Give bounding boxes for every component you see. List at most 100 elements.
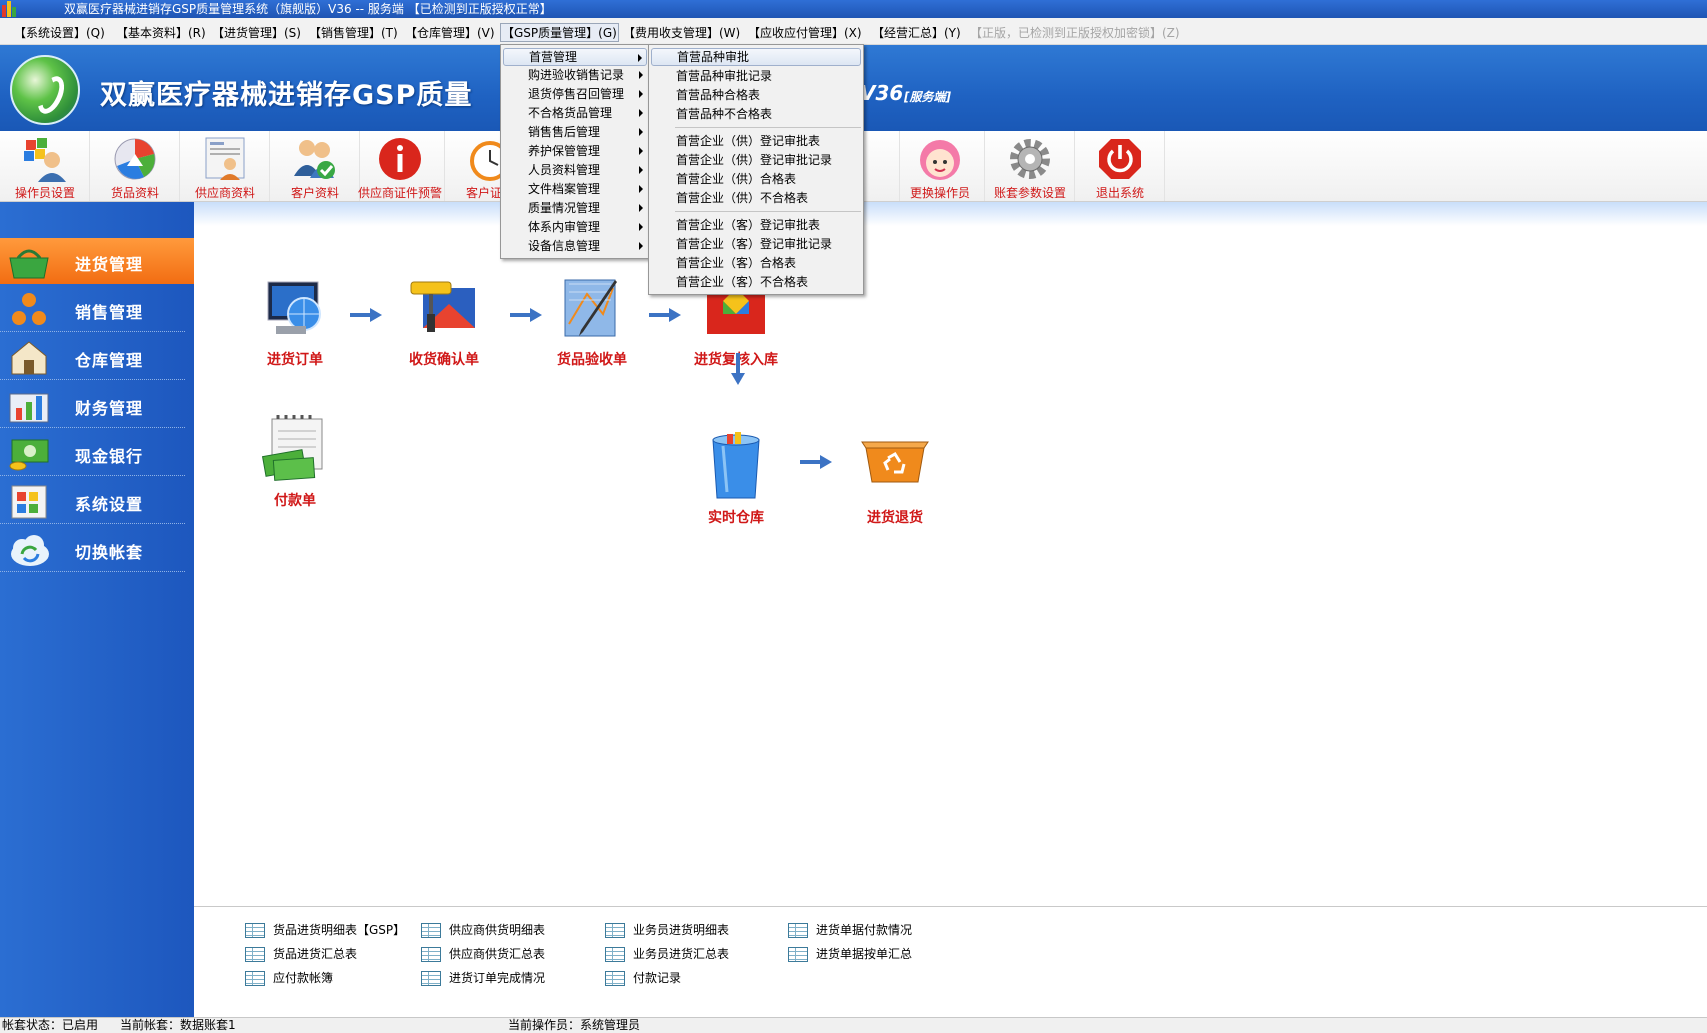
table-icon xyxy=(421,971,441,986)
report-link-supplier-supply-summary[interactable]: 供应商供货汇总表 xyxy=(421,946,545,962)
submenu-item-supplier-registration-records[interactable]: 首营企业（供）登记审批记录 xyxy=(651,151,861,169)
flow-purchase-order[interactable]: 进货订单 xyxy=(240,274,350,369)
sidebar-item-cash-bank[interactable]: 现金银行 xyxy=(0,430,185,476)
menu-item-personnel-info[interactable]: 人员资料管理 xyxy=(503,161,647,179)
toolbar-label: 货品资料 xyxy=(110,186,159,200)
menu-item-label: 文件档案管理 xyxy=(528,182,601,196)
flow-label: 收货确认单 xyxy=(409,352,479,368)
toolbar-switch-operator[interactable]: 更换操作员 xyxy=(895,131,985,201)
sidebar-item-finance[interactable]: 财务管理 xyxy=(0,382,185,428)
report-link-label: 应付款帐簿 xyxy=(273,971,334,985)
report-link-payment-records[interactable]: 付款记录 xyxy=(605,970,681,986)
toolbar-exit[interactable]: 退出系统 xyxy=(1075,131,1165,201)
submenu-item-customer-registration-approval[interactable]: 首营企业（客）登记审批表 xyxy=(651,216,861,234)
submenu-arrow-icon xyxy=(639,71,643,79)
submenu-item-customer-unqualified[interactable]: 首营企业（客）不合格表 xyxy=(651,273,861,291)
flow-receipt-confirm[interactable]: 收货确认单 xyxy=(389,274,499,369)
submenu-item-first-run-variety-approval[interactable]: 首营品种审批 xyxy=(651,48,861,66)
submenu-item-first-run-variety-unqualified[interactable]: 首营品种不合格表 xyxy=(651,105,861,123)
sidebar-item-sales[interactable]: 销售管理 xyxy=(0,286,185,332)
menu-receivable-payable[interactable]: 【应收应付管理】(X) xyxy=(748,24,862,41)
toolbar-supplier-info[interactable]: 供应商资料 xyxy=(180,131,270,201)
switch-account-icon xyxy=(11,535,49,566)
sidebar-item-switch-account[interactable]: 切换帐套 xyxy=(0,526,185,572)
sidebar-item-warehouse[interactable]: 仓库管理 xyxy=(0,334,185,380)
toolbar-goods-info[interactable]: 货品资料 xyxy=(90,131,180,201)
flow-arrow-right xyxy=(350,308,384,322)
submenu-item-first-run-variety-approval-records[interactable]: 首营品种审批记录 xyxy=(651,67,861,85)
menu-item-maintenance-storage[interactable]: 养护保管管理 xyxy=(503,142,647,160)
menu-item-internal-audit[interactable]: 体系内审管理 xyxy=(503,218,647,236)
report-link-salesman-purchase-detail[interactable]: 业务员进货明细表 xyxy=(605,922,729,938)
table-icon xyxy=(605,923,625,938)
sidebar-item-purchase[interactable]: 进货管理 xyxy=(0,238,194,284)
menu-item-return-recall[interactable]: 退货停售召回管理 xyxy=(503,85,647,103)
menu-item-equipment-info[interactable]: 设备信息管理 xyxy=(503,237,647,255)
report-link-payables-ledger[interactable]: 应付款帐簿 xyxy=(245,970,333,986)
menu-license-status: 【正版，已检测到正版授权加密锁】(Z) xyxy=(970,26,1180,40)
submenu-item-customer-registration-records[interactable]: 首营企业（客）登记审批记录 xyxy=(651,235,861,253)
submenu-item-supplier-registration-approval[interactable]: 首营企业（供）登记审批表 xyxy=(651,132,861,150)
finance-icon xyxy=(9,393,49,423)
title-bar: 双赢医疗器械进销存GSP质量管理系统（旗舰版）V36 -- 服务端 【已检测到正… xyxy=(0,0,1707,18)
toolbar-account-settings[interactable]: 账套参数设置 xyxy=(985,131,1075,201)
table-icon xyxy=(605,971,625,986)
menu-item-first-run-management[interactable]: 首营管理 xyxy=(503,48,647,66)
menu-bar: 【系统设置】(Q) 【基本资料】(R) 【进货管理】(S) 【销售管理】(T) … xyxy=(0,18,1707,45)
sales-icon xyxy=(12,293,46,325)
menu-sales[interactable]: 【销售管理】(T) xyxy=(309,24,398,41)
report-link-label: 货品进货汇总表 xyxy=(273,947,358,961)
menu-purchase[interactable]: 【进货管理】(S) xyxy=(212,24,301,41)
menu-basic-info[interactable]: 【基本资料】(R) xyxy=(116,24,206,41)
report-link-supplier-supply-detail[interactable]: 供应商供货明细表 xyxy=(421,922,545,938)
toolbar-supplier-cert-warning[interactable]: 供应商证件预警 xyxy=(355,131,445,201)
menu-system-settings[interactable]: 【系统设置】(Q) xyxy=(14,24,105,41)
report-links-panel: 货品进货明细表【GSP】 供应商供货明细表 业务员进货明细表 进货单据付款情况 … xyxy=(194,906,1707,1017)
toolbar-label: 供应商资料 xyxy=(194,186,255,200)
menu-business-summary[interactable]: 【经营汇总】(Y) xyxy=(872,24,961,41)
toolbar-label: 操作员设置 xyxy=(14,186,75,200)
status-account-state: 帐套状态：已启用 xyxy=(2,1018,99,1032)
status-current-account: 当前帐套：数据账套1 xyxy=(120,1018,236,1032)
report-link-purchase-by-order-summary[interactable]: 进货单据按单汇总 xyxy=(788,946,912,962)
report-link-purchase-order-completion[interactable]: 进货订单完成情况 xyxy=(421,970,545,986)
submenu-item-first-run-variety-qualified[interactable]: 首营品种合格表 xyxy=(651,86,861,104)
menu-item-label: 设备信息管理 xyxy=(528,239,601,253)
menu-item-label: 销售售后管理 xyxy=(528,125,601,139)
report-link-purchase-payment-status[interactable]: 进货单据付款情况 xyxy=(788,922,912,938)
submenu-arrow-icon xyxy=(639,223,643,231)
toolbar-operator-settings[interactable]: 操作员设置 xyxy=(0,131,90,201)
menu-item-purchase-acceptance-sales[interactable]: 购进验收销售记录 xyxy=(503,66,647,84)
flow-realtime-warehouse[interactable]: 实时仓库 xyxy=(681,432,791,527)
submenu-arrow-icon xyxy=(639,90,643,98)
submenu-item-supplier-qualified[interactable]: 首营企业（供）合格表 xyxy=(651,170,861,188)
report-link-goods-purchase-summary[interactable]: 货品进货汇总表 xyxy=(245,946,357,962)
toolbar-customer-info[interactable]: 客户资料 xyxy=(270,131,360,201)
customer-info-icon xyxy=(294,140,335,179)
flow-purchase-return[interactable]: 进货退货 xyxy=(840,432,950,527)
submenu-item-supplier-unqualified[interactable]: 首营企业（供）不合格表 xyxy=(651,189,861,207)
submenu-arrow-icon xyxy=(639,128,643,136)
toolbar-label: 更换操作员 xyxy=(909,186,970,200)
menu-expense[interactable]: 【费用收支管理】(W) xyxy=(623,24,740,41)
report-link-goods-purchase-detail[interactable]: 货品进货明细表【GSP】 xyxy=(245,922,405,938)
flow-label: 付款单 xyxy=(274,493,316,509)
sidebar-item-system-settings[interactable]: 系统设置 xyxy=(0,478,185,524)
menu-warehouse[interactable]: 【仓库管理】(V) xyxy=(405,24,495,41)
banner-edition: [服务端] xyxy=(904,90,951,104)
sidebar: 进货管理 销售管理 仓库管理 财务管理 现金银行 系统设置 切换帐套 xyxy=(0,202,194,1017)
report-link-label: 付款记录 xyxy=(633,971,682,985)
banner-title: 双赢医疗器械进销存GSP质量 xyxy=(100,80,473,111)
submenu-item-customer-qualified[interactable]: 首营企业（客）合格表 xyxy=(651,254,861,272)
menu-item-after-sales[interactable]: 销售售后管理 xyxy=(503,123,647,141)
flow-arrow-right xyxy=(800,455,834,469)
flow-payment[interactable]: 付款单 xyxy=(240,415,350,510)
flow-goods-acceptance[interactable]: 货品验收单 xyxy=(537,274,647,369)
menu-item-label: 退货停售召回管理 xyxy=(528,87,625,101)
report-link-salesman-purchase-summary[interactable]: 业务员进货汇总表 xyxy=(605,946,729,962)
menu-gsp-quality[interactable]: 【GSP质量管理】(G) xyxy=(500,23,619,42)
status-bar: 帐套状态：已启用 当前帐套：数据账套1 当前操作员：系统管理员 xyxy=(0,1017,1707,1033)
menu-item-nonconforming-goods[interactable]: 不合格货品管理 xyxy=(503,104,647,122)
menu-item-document-archive[interactable]: 文件档案管理 xyxy=(503,180,647,198)
menu-item-quality-status[interactable]: 质量情况管理 xyxy=(503,199,647,217)
